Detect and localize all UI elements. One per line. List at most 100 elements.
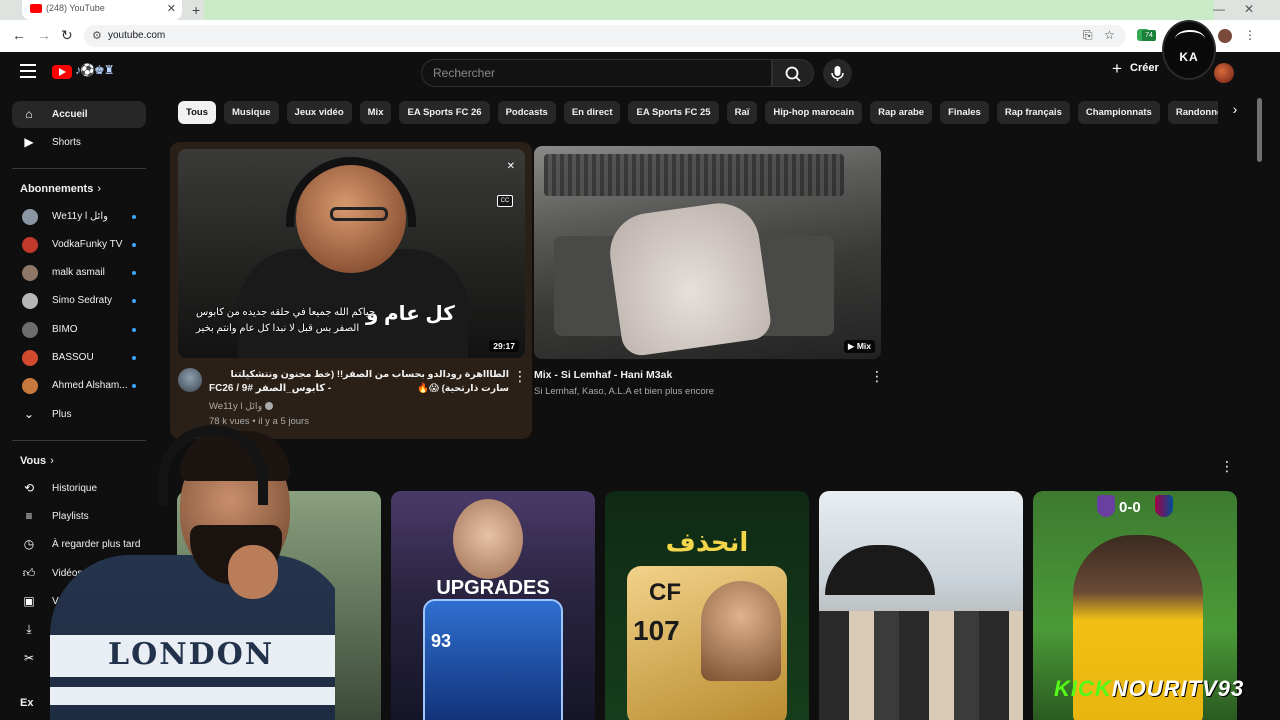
url-text: youtube.com [108, 30, 166, 41]
sidebar-item-subscription[interactable]: Ahmed Alsham... [12, 372, 146, 399]
umbrella-icon [825, 545, 935, 595]
player-card [423, 599, 563, 720]
sidebar-item-label: BASSOU [52, 352, 94, 363]
short-thumbnail[interactable] [819, 491, 1023, 720]
back-icon[interactable]: ← [12, 27, 26, 43]
sidebar-item-label: BIMO [52, 324, 78, 335]
video-title[interactable]: Mix - Si Lemhaf - Hani M3ak [534, 369, 672, 381]
more-actions-icon[interactable]: ⋮ [1220, 459, 1234, 473]
card-position: CF [649, 579, 681, 606]
sidebar-item-label: Ahmed Alsham... [52, 380, 128, 391]
create-label: Créer [1130, 62, 1159, 74]
sidebar-item-label: Plus [52, 409, 72, 420]
more-actions-icon[interactable]: ⋮ [513, 369, 527, 383]
site-info-icon[interactable]: ⚙ [92, 29, 102, 42]
sidebar-item-subscription[interactable]: We11y l وائل [12, 203, 146, 230]
duration-badge: 29:17 [489, 340, 519, 352]
new-content-dot [132, 299, 136, 303]
youtube-logo-icon[interactable] [52, 65, 72, 79]
eagle-wings-icon [1175, 30, 1205, 48]
browser-profile-avatar[interactable] [1218, 29, 1232, 43]
chip[interactable]: Finales [940, 101, 989, 124]
search-input[interactable]: Rechercher [421, 59, 772, 87]
webcam-hoodie-stripe [50, 687, 335, 705]
thumbnail-car-vents [544, 154, 844, 196]
tab-title: (248) YouTube [46, 3, 105, 13]
chip[interactable]: Rap arabe [870, 101, 933, 124]
browser-menu-icon[interactable]: ⋮ [1244, 28, 1256, 42]
channel-name[interactable]: We11y l وائل [209, 401, 274, 412]
avatar [22, 378, 38, 394]
search-icon [785, 66, 801, 82]
sidebar-item-subscription[interactable]: Simo Sedraty [12, 287, 146, 314]
sidebar-item-home[interactable]: ⌂ Accueil [12, 101, 146, 128]
short-thumbnail[interactable]: UPGRADES 93 [391, 491, 595, 720]
new-tab-icon[interactable]: + [192, 2, 200, 18]
shorts-icon: ▶ [24, 135, 34, 149]
sidebar-item-label: We11y l وائل [52, 211, 108, 222]
closed-captions-icon[interactable]: CC [497, 195, 513, 207]
video-title-line2[interactable]: FC26 / 9# كابوس_الصفر - [209, 383, 331, 394]
channel-avatar[interactable] [178, 368, 202, 392]
chip[interactable]: Randonnées pédestres [1167, 101, 1218, 124]
new-content-dot [132, 328, 136, 332]
chip[interactable]: EA Sports FC 25 [628, 101, 719, 124]
sidebar-item-label: Shorts [52, 137, 81, 148]
close-window-icon[interactable]: ✕ [1244, 2, 1254, 16]
barcelona-crest-icon [1155, 495, 1173, 517]
search-button[interactable] [772, 59, 814, 87]
chip[interactable]: Mix [359, 101, 392, 124]
minimize-icon[interactable]: — [1213, 2, 1225, 16]
sidebar-item-subscription[interactable]: BIMO [12, 316, 146, 343]
reload-icon[interactable]: ↻ [61, 27, 73, 44]
more-actions-icon[interactable]: ⋮ [870, 369, 884, 383]
forward-icon[interactable]: → [37, 27, 51, 43]
voice-search-button[interactable] [823, 59, 852, 88]
chip[interactable]: En direct [563, 101, 621, 124]
account-avatar[interactable] [1214, 63, 1234, 83]
sidebar-item-subscription[interactable]: VodkaFunky TV [12, 231, 146, 258]
chevron-down-icon: ⌄ [23, 407, 35, 421]
sidebar-item-more[interactable]: ⌄ Plus [12, 401, 146, 428]
sidebar-item-subscription[interactable]: BASSOU [12, 344, 146, 371]
menu-icon[interactable] [20, 64, 36, 78]
short-overlay-text: انحذف [665, 527, 749, 557]
video-thumbnail[interactable]: ✕ CC كل عام و حياكم الله جميعا في حلقه ج… [178, 149, 525, 358]
sidebar-item-label: Simo Sedraty [52, 295, 113, 306]
address-bar[interactable]: ⚙ youtube.com [84, 25, 1126, 47]
create-button[interactable]: + Créer [1112, 59, 1159, 84]
chevron-right-icon: › [97, 183, 102, 195]
close-tab-icon[interactable]: ✕ [167, 2, 176, 15]
microphone-icon [831, 66, 844, 81]
sidebar-item-subscription[interactable]: malk asmail [12, 259, 146, 286]
video-thumbnail[interactable]: ▶︎ Mix [534, 146, 881, 359]
chip[interactable]: Tous [178, 101, 216, 124]
bookmark-star-icon[interactable]: ☆ [1104, 28, 1115, 42]
chevron-right-icon[interactable]: › [1224, 101, 1246, 124]
channel-name-label: We11y l وائل [209, 401, 263, 412]
chip[interactable]: Hip-hop marocain [765, 101, 863, 124]
chip[interactable]: EA Sports FC 26 [399, 101, 490, 124]
install-app-icon[interactable]: ⎘ [1083, 28, 1093, 43]
avatar [22, 350, 38, 366]
home-icon: ⌂ [25, 107, 33, 121]
verified-check-icon [265, 402, 274, 411]
card-player [701, 581, 781, 681]
avatar [22, 265, 38, 281]
sidebar-item-shorts[interactable]: ▶ Shorts [12, 129, 146, 156]
subscriptions-heading-label: Abonnements [20, 183, 94, 195]
close-icon[interactable]: ✕ [507, 161, 515, 172]
short-thumbnail[interactable]: انحذف CF 107 [605, 491, 809, 720]
chip[interactable]: Jeux vidéo [286, 101, 352, 124]
chip[interactable]: Raï [726, 101, 758, 124]
logo-doodle-icon[interactable]: ♪⚽♚♜ [75, 63, 114, 77]
video-metadata[interactable]: Si Lemhaf, Kaso, A.L.A et bien plus enco… [534, 386, 714, 397]
scrollbar-thumb[interactable] [1257, 98, 1262, 162]
chip[interactable]: Musique [224, 101, 279, 124]
subscriptions-heading[interactable]: Abonnements › [20, 183, 101, 195]
sidebar-item-label: malk asmail [52, 267, 105, 278]
browser-tab[interactable]: (248) YouTube ✕ [22, 0, 182, 20]
chip[interactable]: Championnats [1077, 101, 1160, 124]
chip[interactable]: Podcasts [497, 101, 556, 124]
chip[interactable]: Rap français [996, 101, 1070, 124]
